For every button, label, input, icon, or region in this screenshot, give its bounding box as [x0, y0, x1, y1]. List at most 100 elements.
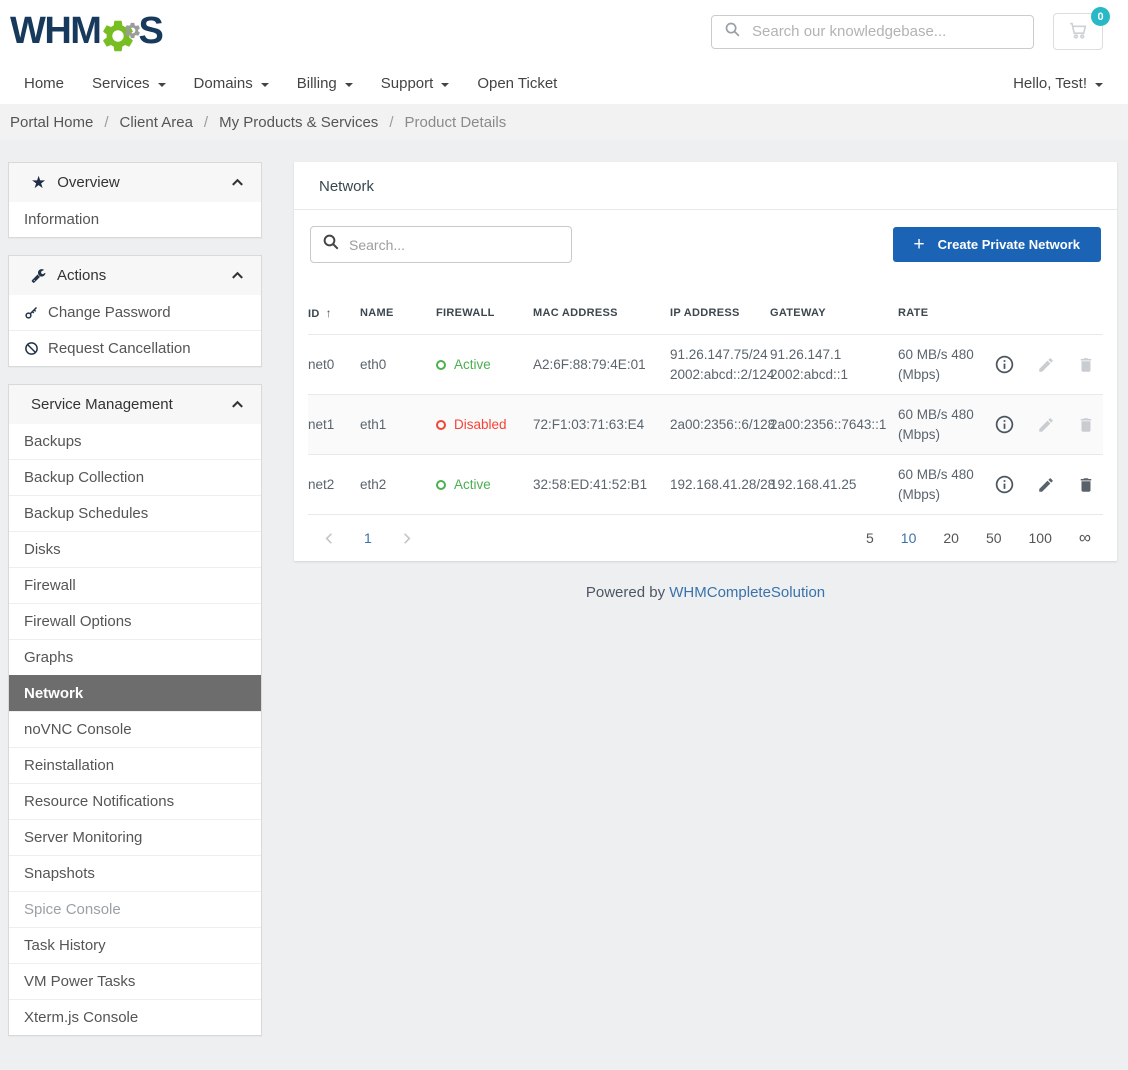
search-icon: [724, 21, 741, 43]
main-area: Network + Create Private Network: [294, 162, 1117, 601]
sidebar-item-information[interactable]: Information: [9, 202, 261, 237]
edit-icon[interactable]: [1037, 356, 1055, 374]
search-icon: [322, 233, 340, 256]
page-size-20[interactable]: 20: [943, 530, 959, 546]
caret-down-icon: [158, 83, 166, 87]
page-number[interactable]: 1: [364, 530, 372, 546]
table-search: [310, 226, 572, 263]
sidebar-item-request-cancellation[interactable]: Request Cancellation: [9, 330, 261, 366]
actions-title: Actions: [57, 267, 219, 284]
cell-ip: 2a00:2356::6/128: [670, 395, 770, 455]
breadcrumb-my-products[interactable]: My Products & Services: [219, 114, 378, 131]
chevron-right-icon[interactable]: [399, 531, 414, 546]
cell-name: eth2: [360, 455, 436, 515]
info-icon[interactable]: [994, 354, 1015, 375]
wrench-icon: [31, 268, 46, 283]
network-table: ID↑ NAME FIREWALL MAC ADDRESS IP ADDRESS…: [308, 291, 1103, 514]
edit-icon[interactable]: [1037, 476, 1055, 494]
page-size-10[interactable]: 10: [901, 530, 917, 546]
powered-by-label: Powered by: [586, 584, 665, 601]
sidebar: ★ Overview Information Actions: [8, 162, 262, 1036]
cart-count-badge: 0: [1091, 7, 1110, 26]
nav-item-home[interactable]: Home: [24, 75, 78, 92]
breadcrumb-client-area[interactable]: Client Area: [120, 114, 193, 131]
sidebar-item-snapshots[interactable]: Snapshots: [9, 855, 261, 891]
chevron-up-icon: [230, 268, 245, 283]
cell-mac: 72:F1:03:71:63:E4: [533, 395, 670, 455]
sidebar-item-novnc-console[interactable]: noVNC Console: [9, 711, 261, 747]
page-size-50[interactable]: 50: [986, 530, 1002, 546]
nav-item-support[interactable]: Support: [367, 75, 464, 92]
table-row: net1 eth1 Disabled 72:F1:03:71:63:E4 2a0…: [308, 395, 1103, 455]
delete-icon[interactable]: [1077, 356, 1095, 374]
column-header-id[interactable]: ID↑: [308, 291, 360, 335]
create-private-network-button[interactable]: + Create Private Network: [893, 227, 1101, 262]
info-icon[interactable]: [994, 474, 1015, 495]
column-header-rate[interactable]: RATE: [898, 291, 994, 335]
site-header: WHM S 0: [0, 0, 1128, 63]
sidebar-item-spice-console[interactable]: Spice Console: [9, 891, 261, 927]
sidebar-item-firewall-options[interactable]: Firewall Options: [9, 603, 261, 639]
nav-item-services[interactable]: Services: [78, 75, 180, 92]
info-icon[interactable]: [994, 414, 1015, 435]
cell-rate: 60 MB/s 480 (Mbps): [898, 395, 994, 455]
sidebar-item-disks[interactable]: Disks: [9, 531, 261, 567]
sidebar-item-graphs[interactable]: Graphs: [9, 639, 261, 675]
footer: Powered by WHMCompleteSolution: [294, 584, 1117, 601]
whmcs-logo[interactable]: WHM S: [10, 9, 162, 55]
page-size-100[interactable]: 100: [1029, 530, 1052, 546]
sidebar-item-task-history[interactable]: Task History: [9, 927, 261, 963]
service-management-panel-header[interactable]: Service Management: [9, 385, 261, 424]
sidebar-item-network[interactable]: Network: [9, 675, 261, 711]
column-header-gateway[interactable]: GATEWAY: [770, 291, 898, 335]
cart-button[interactable]: 0: [1053, 13, 1103, 50]
overview-panel-header[interactable]: ★ Overview: [9, 163, 261, 202]
sidebar-item-server-monitoring[interactable]: Server Monitoring: [9, 819, 261, 855]
sidebar-item-resource-notifications[interactable]: Resource Notifications: [9, 783, 261, 819]
logo-gears: [98, 9, 140, 55]
column-header-mac-address[interactable]: MAC ADDRESS: [533, 291, 670, 335]
breadcrumb-product-details: Product Details: [404, 114, 506, 131]
nav-item-domains[interactable]: Domains: [180, 75, 283, 92]
knowledgebase-search-input[interactable]: [752, 23, 1021, 40]
nav-item-billing[interactable]: Billing: [283, 75, 367, 92]
greeting-label: Hello, Test!: [1013, 75, 1087, 92]
service-management-title: Service Management: [31, 396, 219, 413]
plus-icon: +: [914, 235, 925, 254]
table-row: net0 eth0 Active A2:6F:88:79:4E:01 91.26…: [308, 335, 1103, 395]
chevron-left-icon[interactable]: [322, 531, 337, 546]
actions-panel-header[interactable]: Actions: [9, 256, 261, 295]
whmcompletesolution-link[interactable]: WHMCompleteSolution: [669, 584, 825, 601]
column-header-name[interactable]: NAME: [360, 291, 436, 335]
sidebar-item-xterm-console[interactable]: Xterm.js Console: [9, 999, 261, 1035]
sidebar-item-backup-schedules[interactable]: Backup Schedules: [9, 495, 261, 531]
page-size-5[interactable]: 5: [866, 530, 874, 546]
sidebar-item-firewall[interactable]: Firewall: [9, 567, 261, 603]
column-header-ip-address[interactable]: IP ADDRESS: [670, 291, 770, 335]
cell-name: eth1: [360, 395, 436, 455]
delete-icon[interactable]: [1077, 476, 1095, 494]
service-management-panel: Service Management Backups Backup Collec…: [8, 384, 262, 1036]
sidebar-item-reinstallation[interactable]: Reinstallation: [9, 747, 261, 783]
header-right: 0: [711, 13, 1103, 50]
table-search-input[interactable]: [349, 237, 560, 253]
sidebar-item-backups[interactable]: Backups: [9, 424, 261, 459]
sidebar-item-change-password[interactable]: Change Password: [9, 295, 261, 330]
sort-up-icon: ↑: [326, 306, 332, 320]
edit-icon[interactable]: [1037, 416, 1055, 434]
cell-mac: A2:6F:88:79:4E:01: [533, 335, 670, 395]
delete-icon[interactable]: [1077, 416, 1095, 434]
gear-small-icon: [123, 7, 142, 50]
sidebar-item-vm-power-tasks[interactable]: VM Power Tasks: [9, 963, 261, 999]
breadcrumb-portal-home[interactable]: Portal Home: [10, 114, 93, 131]
nav-item-open-ticket[interactable]: Open Ticket: [463, 75, 571, 92]
key-icon: [24, 305, 39, 320]
caret-down-icon: [261, 83, 269, 87]
sidebar-item-backup-collection[interactable]: Backup Collection: [9, 459, 261, 495]
column-header-actions: [994, 291, 1103, 335]
cell-mac: 32:58:ED:41:52:B1: [533, 455, 670, 515]
page-size-infinity[interactable]: ∞: [1079, 528, 1091, 548]
network-card: Network + Create Private Network: [294, 162, 1117, 561]
account-menu[interactable]: Hello, Test!: [1013, 75, 1103, 92]
column-header-firewall[interactable]: FIREWALL: [436, 291, 533, 335]
